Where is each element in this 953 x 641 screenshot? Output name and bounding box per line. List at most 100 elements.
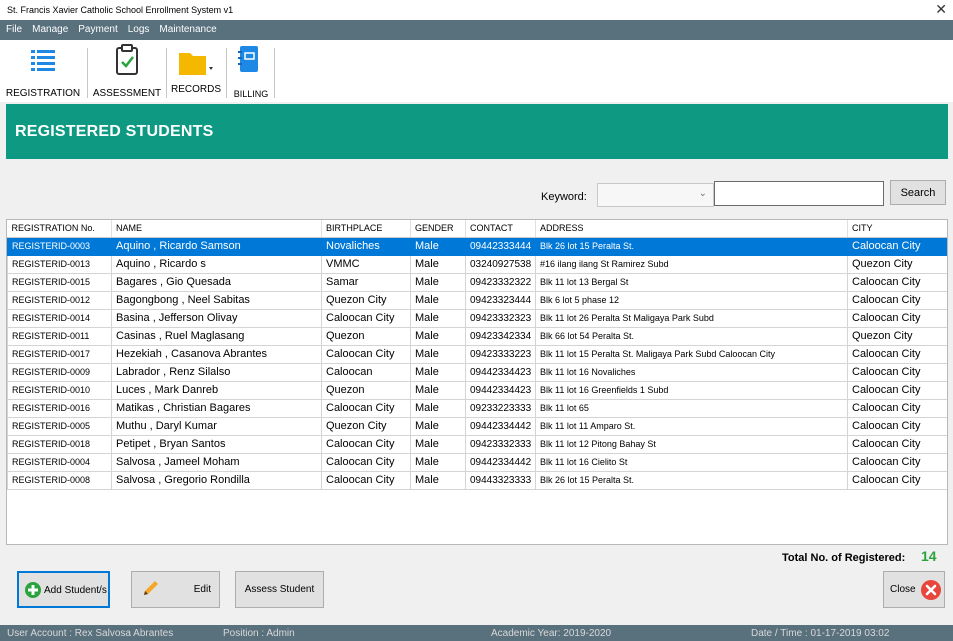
city-cell[interactable]: Caloocan City: [847, 236, 947, 256]
registration-no-cell[interactable]: REGISTERID-0005: [7, 416, 112, 436]
gender-cell[interactable]: Male: [410, 308, 466, 328]
address-cell[interactable]: Blk 11 lot 65: [535, 398, 848, 418]
gender-cell[interactable]: Male: [410, 326, 466, 346]
column-header[interactable]: BIRTHPLACE: [321, 220, 411, 238]
birthplace-cell[interactable]: Quezon: [321, 326, 411, 346]
gender-cell[interactable]: Male: [410, 290, 466, 310]
search-button[interactable]: Search: [890, 180, 946, 205]
registration-no-cell[interactable]: REGISTERID-0014: [7, 308, 112, 328]
gender-cell[interactable]: Male: [410, 236, 466, 256]
city-cell[interactable]: Caloocan City: [847, 290, 947, 310]
search-input[interactable]: [714, 181, 884, 206]
birthplace-cell[interactable]: Quezon City: [321, 416, 411, 436]
table-row[interactable]: REGISTERID-0009 Labrador , Renz Silalso Ca…: [7, 362, 947, 382]
registration-no-cell[interactable]: REGISTERID-0011: [7, 326, 112, 346]
birthplace-cell[interactable]: Caloocan: [321, 362, 411, 382]
edit-button[interactable]: Edit: [131, 571, 220, 608]
name-cell[interactable]: Luces , Mark Danreb: [111, 380, 322, 400]
contact-cell[interactable]: 09423332333: [465, 434, 536, 454]
window-close-icon[interactable]: ✕: [935, 1, 947, 18]
city-cell[interactable]: Caloocan City: [847, 272, 947, 292]
gender-cell[interactable]: Male: [410, 254, 466, 274]
add-student-button[interactable]: Add Student/s: [17, 571, 110, 608]
gender-cell[interactable]: Male: [410, 380, 466, 400]
menu-payment[interactable]: Payment: [73, 20, 122, 35]
table-row[interactable]: REGISTERID-0014 Basina , Jefferson Olivay…: [7, 308, 947, 328]
address-cell[interactable]: #16 ilang ilang St Ramirez Subd: [535, 254, 848, 274]
menu-maintenance[interactable]: Maintenance: [154, 20, 221, 35]
registration-no-cell[interactable]: REGISTERID-0010: [7, 380, 112, 400]
registration-no-cell[interactable]: REGISTERID-0016: [7, 398, 112, 418]
registration-no-cell[interactable]: REGISTERID-0013: [7, 254, 112, 274]
contact-cell[interactable]: 09423323444: [465, 290, 536, 310]
address-cell[interactable]: Blk 11 lot 16 Novaliches: [535, 362, 848, 382]
city-cell[interactable]: Caloocan City: [847, 434, 947, 454]
contact-cell[interactable]: 09443323333: [465, 470, 536, 490]
contact-cell[interactable]: 09423332322: [465, 272, 536, 292]
birthplace-cell[interactable]: Caloocan City: [321, 308, 411, 328]
gender-cell[interactable]: Male: [410, 470, 466, 490]
city-cell[interactable]: Caloocan City: [847, 380, 947, 400]
menu-logs[interactable]: Logs: [123, 20, 155, 35]
registration-no-cell[interactable]: REGISTERID-0009: [7, 362, 112, 382]
address-cell[interactable]: Blk 11 lot 26 Peralta St Maligaya Park S…: [535, 308, 848, 328]
records-button[interactable]: RECORDS: [168, 44, 224, 101]
gender-cell[interactable]: Male: [410, 272, 466, 292]
registration-button[interactable]: REGISTRATION: [2, 44, 84, 101]
table-row[interactable]: REGISTERID-0012 Bagongbong , Neel Sabitas…: [7, 290, 947, 310]
city-cell[interactable]: Caloocan City: [847, 308, 947, 328]
name-cell[interactable]: Muthu , Daryl Kumar: [111, 416, 322, 436]
menu-manage[interactable]: Manage: [27, 20, 73, 35]
name-cell[interactable]: Petipet , Bryan Santos: [111, 434, 322, 454]
birthplace-cell[interactable]: Caloocan City: [321, 470, 411, 490]
column-header[interactable]: CITY: [847, 220, 947, 238]
gender-cell[interactable]: Male: [410, 452, 466, 472]
contact-cell[interactable]: 09423332323: [465, 308, 536, 328]
registration-no-cell[interactable]: REGISTERID-0015: [7, 272, 112, 292]
column-header[interactable]: NAME: [111, 220, 322, 238]
birthplace-cell[interactable]: Quezon: [321, 380, 411, 400]
city-cell[interactable]: Caloocan City: [847, 344, 947, 364]
name-cell[interactable]: Bagares , Gio Quesada: [111, 272, 322, 292]
registration-no-cell[interactable]: REGISTERID-0008: [7, 470, 112, 490]
contact-cell[interactable]: 09233223333: [465, 398, 536, 418]
city-cell[interactable]: Quezon City: [847, 326, 947, 346]
contact-cell[interactable]: 09442333444: [465, 236, 536, 256]
birthplace-cell[interactable]: Caloocan City: [321, 434, 411, 454]
name-cell[interactable]: Salvosa , Jameel Moham: [111, 452, 322, 472]
gender-cell[interactable]: Male: [410, 344, 466, 364]
birthplace-cell[interactable]: Quezon City: [321, 290, 411, 310]
name-cell[interactable]: Basina , Jefferson Olivay: [111, 308, 322, 328]
contact-cell[interactable]: 09442334442: [465, 452, 536, 472]
table-row[interactable]: REGISTERID-0008 Salvosa , Gregorio Rondil…: [7, 470, 947, 490]
name-cell[interactable]: Hezekiah , Casanova Abrantes: [111, 344, 322, 364]
birthplace-cell[interactable]: Caloocan City: [321, 452, 411, 472]
table-row[interactable]: REGISTERID-0004 Salvosa , Jameel Moham Cal…: [7, 452, 947, 472]
gender-cell[interactable]: Male: [410, 398, 466, 418]
table-row[interactable]: REGISTERID-0013 Aquino , Ricardo s VMMC Mal…: [7, 254, 947, 274]
city-cell[interactable]: Caloocan City: [847, 362, 947, 382]
birthplace-cell[interactable]: Samar: [321, 272, 411, 292]
registration-no-cell[interactable]: REGISTERID-0003: [7, 236, 112, 256]
city-cell[interactable]: Caloocan City: [847, 452, 947, 472]
name-cell[interactable]: Aquino , Ricardo Samson: [111, 236, 322, 256]
address-cell[interactable]: Blk 11 lot 16 Cielito St: [535, 452, 848, 472]
name-cell[interactable]: Matikas , Christian Bagares: [111, 398, 322, 418]
birthplace-cell[interactable]: Caloocan City: [321, 398, 411, 418]
address-cell[interactable]: Blk 11 lot 16 Greenfields 1 Subd: [535, 380, 848, 400]
address-cell[interactable]: Blk 26 lot 15 Peralta St.: [535, 236, 848, 256]
birthplace-cell[interactable]: Novaliches: [321, 236, 411, 256]
contact-cell[interactable]: 03240927538: [465, 254, 536, 274]
table-row[interactable]: REGISTERID-0018 Petipet , Bryan Santos Cal…: [7, 434, 947, 454]
contact-cell[interactable]: 09442334423: [465, 380, 536, 400]
assess-student-button[interactable]: Assess Student: [235, 571, 324, 608]
address-cell[interactable]: Blk 11 lot 15 Peralta St. Maligaya Park …: [535, 344, 848, 364]
contact-cell[interactable]: 09442334442: [465, 416, 536, 436]
close-button[interactable]: Close: [883, 571, 945, 608]
menu-file[interactable]: File: [0, 20, 27, 35]
table-row[interactable]: REGISTERID-0016 Matikas , Christian Bagar…: [7, 398, 947, 418]
name-cell[interactable]: Labrador , Renz Silalso: [111, 362, 322, 382]
assessment-button[interactable]: ASSESSMENT: [90, 44, 164, 101]
contact-cell[interactable]: 09423342334: [465, 326, 536, 346]
city-cell[interactable]: Caloocan City: [847, 470, 947, 490]
